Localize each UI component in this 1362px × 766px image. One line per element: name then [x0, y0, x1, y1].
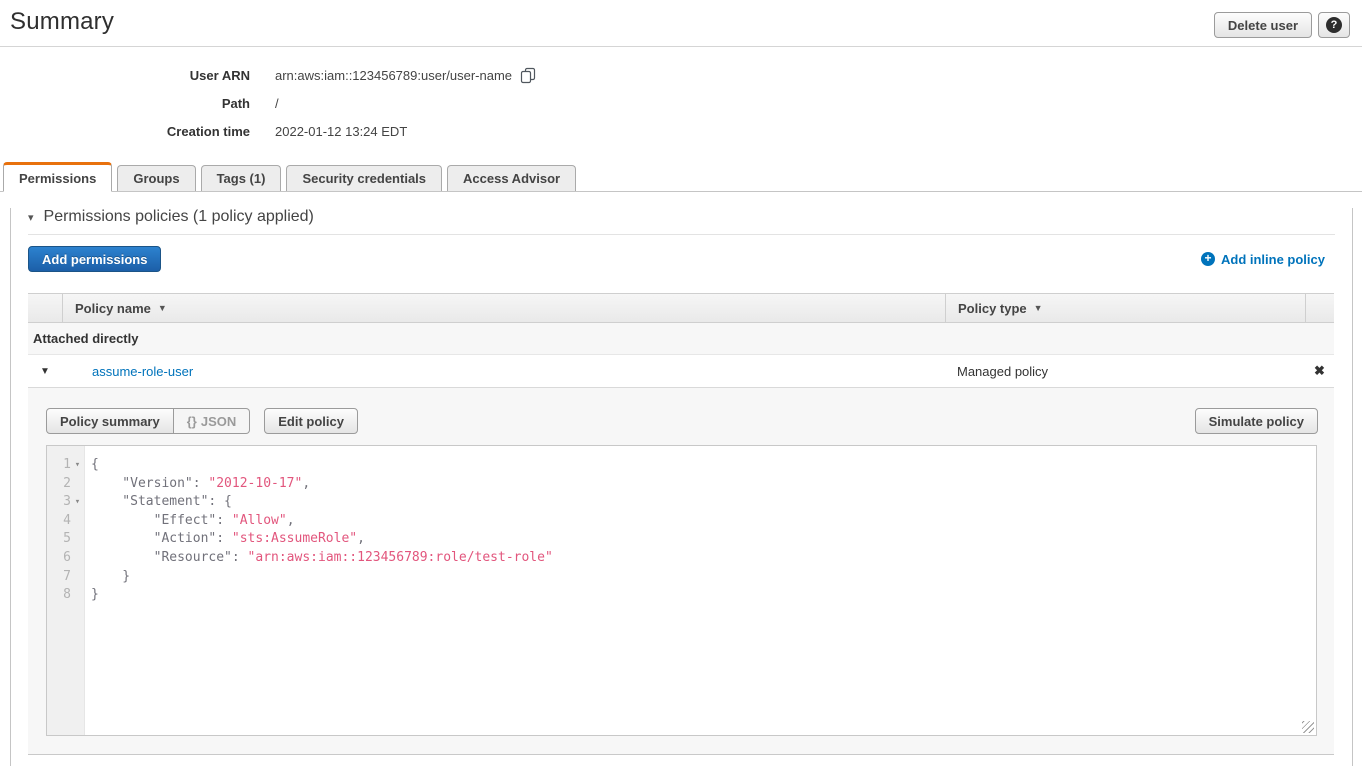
sort-caret-icon: ▼: [158, 303, 167, 313]
code-line: }: [91, 568, 1316, 587]
policy-summary-button[interactable]: Policy summary: [46, 408, 174, 434]
code-line: "Resource": "arn:aws:iam::123456789:role…: [91, 549, 1316, 568]
gutter-line: 6: [47, 549, 84, 568]
gutter-line: 4: [47, 512, 84, 531]
json-editor-gutter: 1▾23▾45678: [47, 446, 85, 735]
gutter-line: 8: [47, 586, 84, 605]
row-expander-icon[interactable]: ▼: [28, 366, 62, 377]
fold-spacer: [71, 568, 84, 587]
simulate-policy-button[interactable]: Simulate policy: [1195, 408, 1318, 434]
json-editor[interactable]: 1▾23▾45678 { "Version": "2012-10-17", "S…: [46, 445, 1317, 736]
code-line: }: [91, 586, 1316, 605]
code-line: "Effect": "Allow",: [91, 512, 1316, 531]
policy-name-header-label: Policy name: [75, 301, 151, 316]
fold-spacer: [71, 586, 84, 605]
policy-actions-row: Add permissions + Add inline policy: [28, 246, 1335, 272]
fold-spacer: [71, 530, 84, 549]
gutter-line: 3▾: [47, 493, 84, 512]
sort-caret-icon: ▼: [1034, 303, 1043, 313]
json-button-label: JSON: [201, 414, 236, 429]
policy-name-cell: assume-role-user: [62, 364, 945, 379]
group-row-attached-directly: Attached directly: [28, 323, 1334, 355]
field-label: User ARN: [0, 68, 250, 83]
add-inline-policy-link[interactable]: + Add inline policy: [1201, 252, 1325, 267]
code-line: "Action": "sts:AssumeRole",: [91, 530, 1316, 549]
tab-tags[interactable]: Tags (1): [201, 165, 282, 191]
field-label: Path: [0, 96, 250, 111]
fold-spacer: [71, 512, 84, 531]
json-view-button[interactable]: {} JSON: [174, 408, 251, 434]
policy-type-header-label: Policy type: [958, 301, 1027, 316]
header-cell-policy-name[interactable]: Policy name ▼: [62, 294, 945, 322]
policy-type-cell: Managed policy: [945, 364, 1305, 379]
tab-permissions[interactable]: Permissions: [3, 162, 112, 192]
add-inline-policy-label: Add inline policy: [1221, 252, 1325, 267]
creation-time-value: 2022-01-12 13:24 EDT: [275, 124, 407, 139]
table-header-row: Policy name ▼ Policy type ▼: [28, 293, 1334, 323]
policy-table: Policy name ▼ Policy type ▼ Attached dir…: [28, 293, 1334, 755]
field-row-path: Path /: [0, 89, 1362, 117]
policy-link[interactable]: assume-role-user: [92, 364, 193, 379]
copy-icon[interactable]: [520, 67, 536, 84]
header-cell-policy-type[interactable]: Policy type ▼: [945, 294, 1305, 322]
code-line: "Version": "2012-10-17",: [91, 475, 1316, 494]
field-value: arn:aws:iam::123456789:user/user-name: [275, 66, 536, 84]
gutter-line: 5: [47, 530, 84, 549]
path-value: /: [275, 96, 279, 111]
add-permissions-button[interactable]: Add permissions: [28, 246, 161, 272]
editor-resize-handle[interactable]: [1302, 721, 1314, 733]
field-row-user-arn: User ARN arn:aws:iam::123456789:user/use…: [0, 61, 1362, 89]
field-value: /: [275, 96, 279, 111]
detach-policy-icon[interactable]: ✖: [1305, 363, 1334, 379]
code-line: "Statement": {: [91, 493, 1316, 512]
fold-caret-icon[interactable]: ▾: [71, 456, 84, 475]
help-button[interactable]: ?: [1318, 12, 1350, 38]
policy-detail-toolbar: Policy summary {} JSON Edit policy Simul…: [46, 408, 1318, 434]
fold-spacer: [71, 549, 84, 568]
section-divider: [28, 234, 1335, 235]
braces-icon: {}: [187, 414, 197, 429]
tabbar: Permissions Groups Tags (1) Security cre…: [0, 162, 1362, 192]
view-toggle-group: Policy summary {} JSON: [46, 408, 250, 434]
top-header: Summary Delete user ?: [0, 0, 1362, 47]
header-actions: Delete user ?: [1214, 12, 1350, 38]
field-label: Creation time: [0, 124, 250, 139]
section-title: Permissions policies (1 policy applied): [44, 208, 314, 226]
field-value: 2022-01-12 13:24 EDT: [275, 124, 407, 139]
help-icon: ?: [1326, 17, 1342, 33]
fold-caret-icon[interactable]: ▾: [71, 493, 84, 512]
policy-detail-area: Policy summary {} JSON Edit policy Simul…: [28, 388, 1334, 755]
gutter-line: 1▾: [47, 456, 84, 475]
tab-security-credentials[interactable]: Security credentials: [286, 165, 442, 191]
header-cell-expander: [28, 294, 62, 322]
tab-content-container: ▾ Permissions policies (1 policy applied…: [10, 208, 1353, 766]
table-row: ▼ assume-role-user Managed policy ✖: [28, 355, 1334, 388]
edit-policy-button[interactable]: Edit policy: [264, 408, 358, 434]
delete-user-button[interactable]: Delete user: [1214, 12, 1312, 38]
plus-icon: +: [1201, 252, 1215, 266]
summary-fields: User ARN arn:aws:iam::123456789:user/use…: [0, 61, 1362, 145]
code-line: {: [91, 456, 1316, 475]
chevron-down-icon: ▾: [28, 211, 34, 224]
json-editor-code[interactable]: { "Version": "2012-10-17", "Statement": …: [85, 446, 1316, 735]
page-title: Summary: [10, 8, 114, 36]
gutter-line: 7: [47, 568, 84, 587]
tab-access-advisor[interactable]: Access Advisor: [447, 165, 576, 191]
permissions-policies-section-header[interactable]: ▾ Permissions policies (1 policy applied…: [28, 208, 1335, 226]
header-cell-actions: [1305, 294, 1334, 322]
tab-groups[interactable]: Groups: [117, 165, 195, 191]
user-arn-value: arn:aws:iam::123456789:user/user-name: [275, 68, 512, 83]
field-row-creation-time: Creation time 2022-01-12 13:24 EDT: [0, 117, 1362, 145]
fold-spacer: [71, 475, 84, 494]
gutter-line: 2: [47, 475, 84, 494]
